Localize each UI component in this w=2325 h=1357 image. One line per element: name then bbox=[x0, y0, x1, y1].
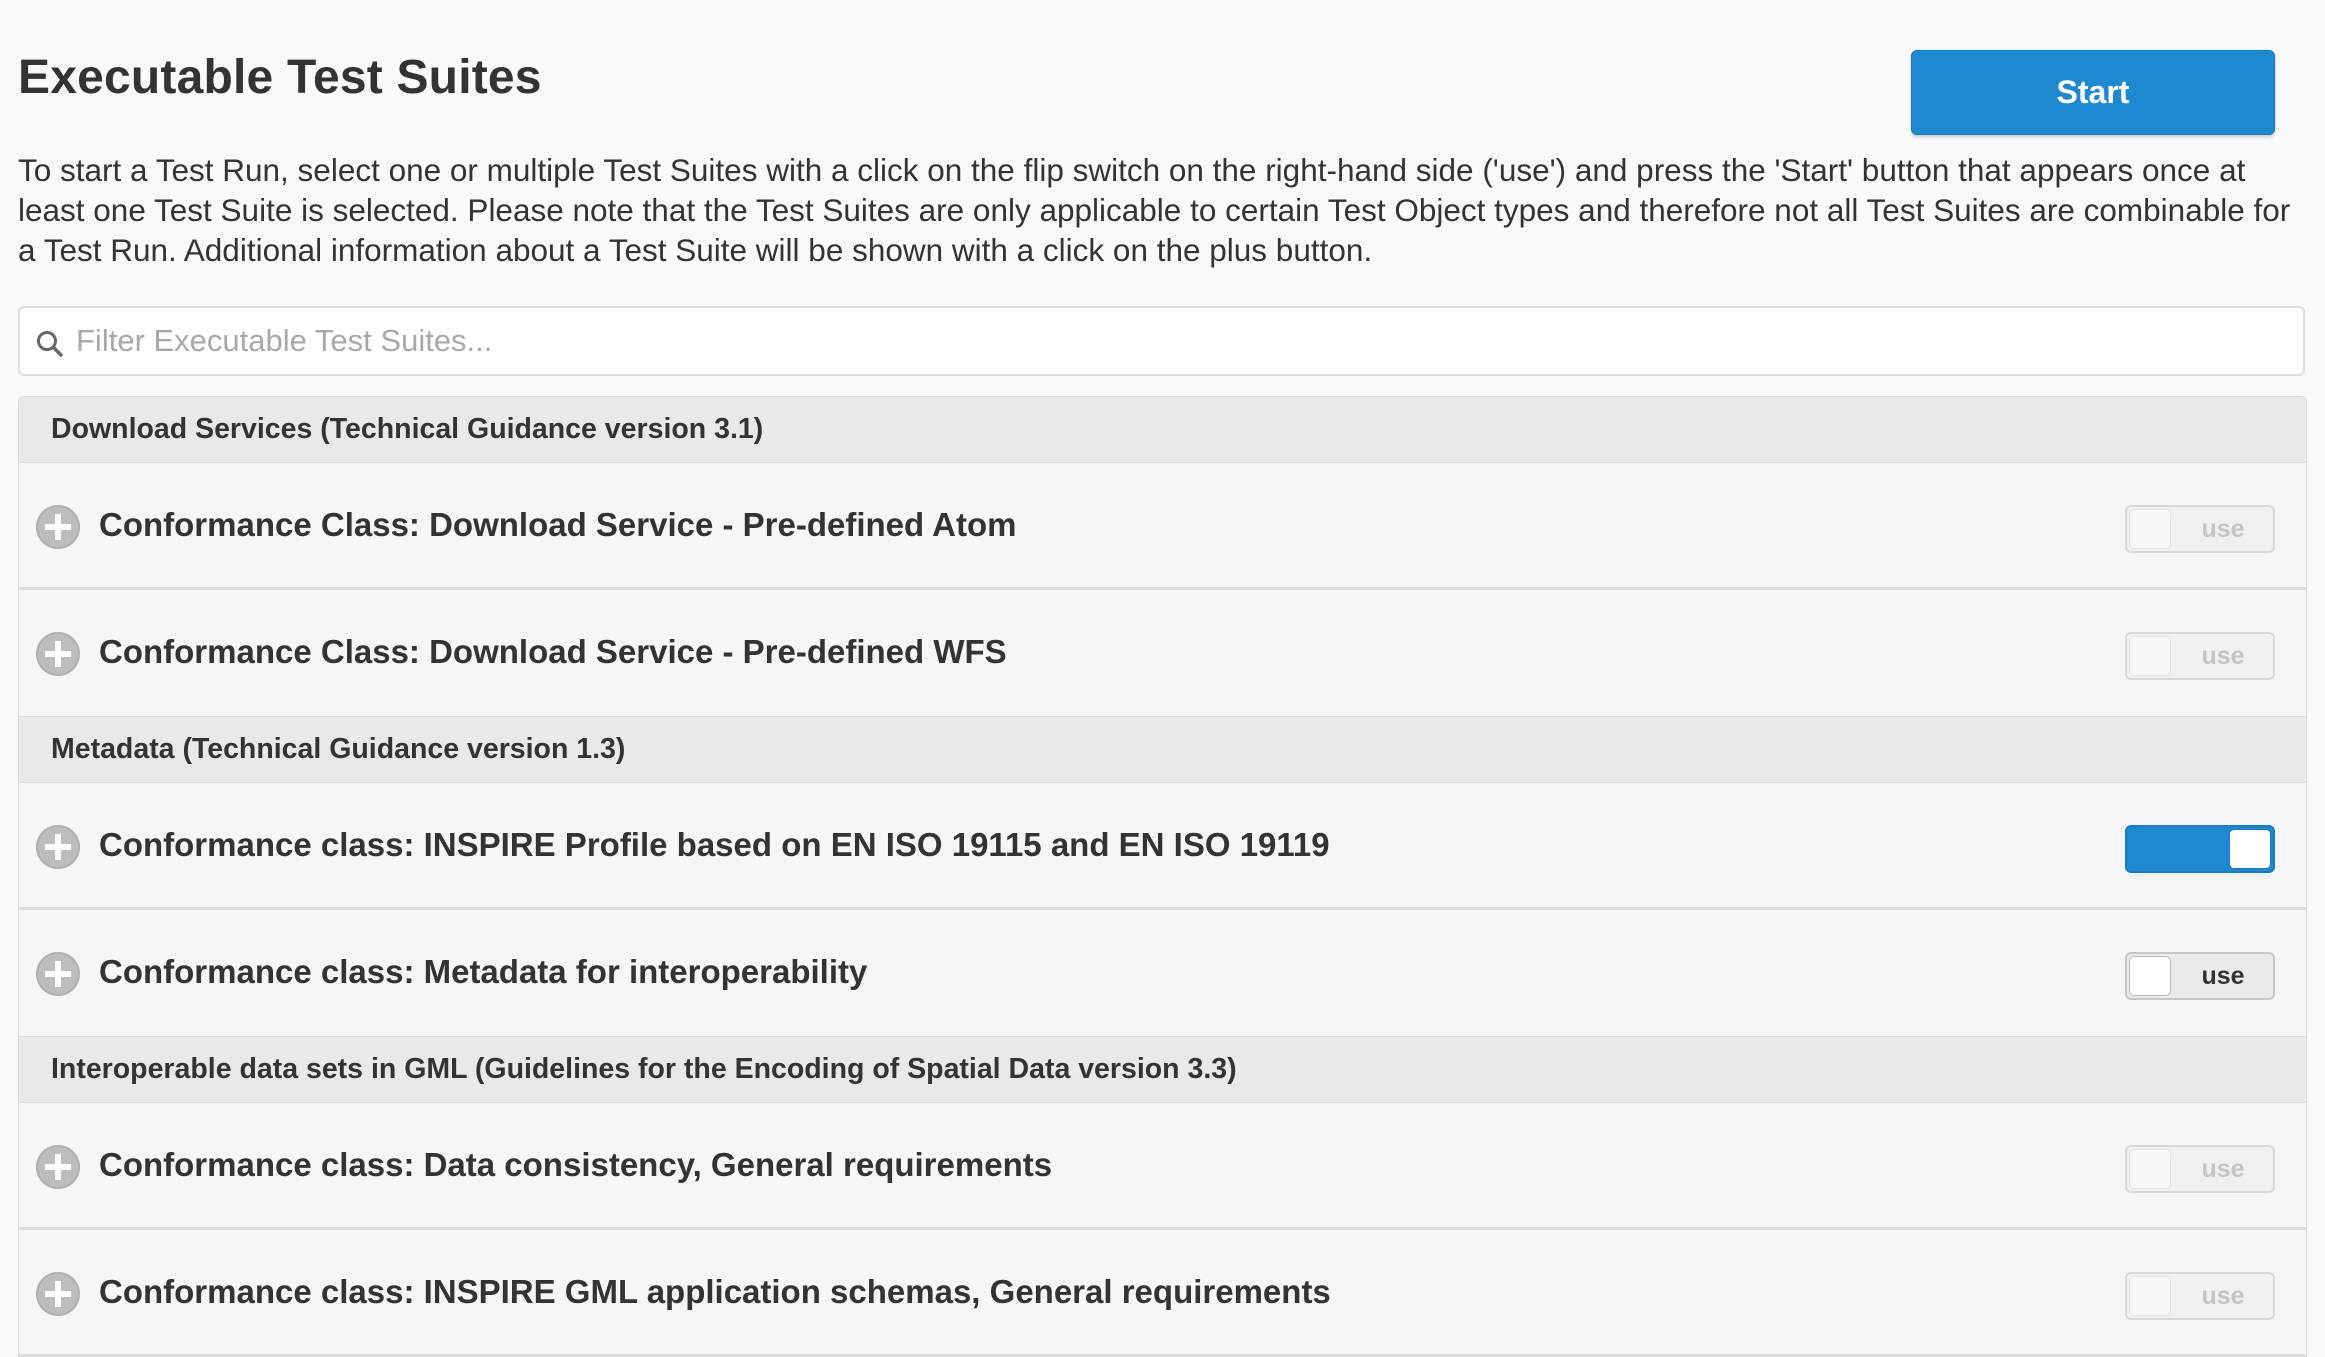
toggle-label: use bbox=[2201, 1154, 2245, 1183]
toggle-knob bbox=[2129, 1149, 2171, 1189]
test-suite-row: Conformance class: Data consistency, Gen… bbox=[19, 1103, 2306, 1230]
test-suite-title: Conformance Class: Download Service - Pr… bbox=[99, 633, 1007, 670]
use-toggle[interactable]: use bbox=[2125, 1145, 2275, 1193]
plus-icon[interactable] bbox=[36, 952, 80, 996]
plus-icon[interactable] bbox=[36, 1145, 80, 1189]
test-suite-row: Conformance class: Metadata for interope… bbox=[19, 910, 2306, 1037]
group-header-metadata: Metadata (Technical Guidance version 1.3… bbox=[19, 717, 2306, 783]
toggle-knob bbox=[2129, 636, 2171, 676]
page-title: Executable Test Suites bbox=[18, 51, 542, 104]
toggle-label: use bbox=[2201, 641, 2245, 670]
test-suite-list: Download Services (Technical Guidance ve… bbox=[18, 396, 2307, 1357]
toggle-label: use bbox=[2201, 961, 2245, 990]
test-suite-title: Conformance Class: Download Service - Pr… bbox=[99, 506, 1017, 543]
test-suite-row: Conformance class: INSPIRE GML applicati… bbox=[19, 1230, 2306, 1357]
test-suite-row: Conformance Class: Download Service - Pr… bbox=[19, 463, 2306, 590]
toggle-label: use bbox=[2201, 1281, 2245, 1310]
use-toggle[interactable]: use bbox=[2125, 632, 2275, 680]
use-toggle[interactable]: use bbox=[2125, 505, 2275, 553]
toggle-knob bbox=[2129, 1276, 2171, 1316]
intro-text: To start a Test Run, select one or multi… bbox=[18, 152, 2291, 268]
plus-icon[interactable] bbox=[36, 505, 80, 549]
plus-icon[interactable] bbox=[36, 1272, 80, 1316]
toggle-label: use bbox=[2201, 514, 2245, 543]
plus-icon[interactable] bbox=[36, 632, 80, 676]
use-toggle[interactable] bbox=[2125, 825, 2275, 873]
toggle-knob bbox=[2229, 829, 2271, 869]
test-suite-title: Conformance class: Data consistency, Gen… bbox=[99, 1146, 1053, 1183]
test-suite-title: Conformance class: Metadata for interope… bbox=[99, 953, 868, 990]
search-icon bbox=[37, 331, 63, 357]
group-header-download-services: Download Services (Technical Guidance ve… bbox=[19, 397, 2306, 463]
test-suite-row: Conformance Class: Download Service - Pr… bbox=[19, 590, 2306, 717]
test-suite-title: Conformance class: INSPIRE Profile based… bbox=[99, 826, 1330, 863]
group-header-interoperable-data-sets: Interoperable data sets in GML (Guidelin… bbox=[19, 1037, 2306, 1103]
toggle-knob bbox=[2129, 509, 2171, 549]
test-suite-title: Conformance class: INSPIRE GML applicati… bbox=[99, 1273, 1331, 1310]
use-toggle[interactable]: use bbox=[2125, 1272, 2275, 1320]
test-suite-row: Conformance class: INSPIRE Profile based… bbox=[19, 783, 2306, 910]
plus-icon[interactable] bbox=[36, 825, 80, 869]
start-button[interactable]: Start bbox=[1911, 50, 2275, 135]
toggle-knob bbox=[2129, 956, 2171, 996]
filter-box bbox=[18, 306, 2305, 376]
use-toggle[interactable]: use bbox=[2125, 952, 2275, 1000]
filter-input[interactable] bbox=[76, 308, 2276, 374]
